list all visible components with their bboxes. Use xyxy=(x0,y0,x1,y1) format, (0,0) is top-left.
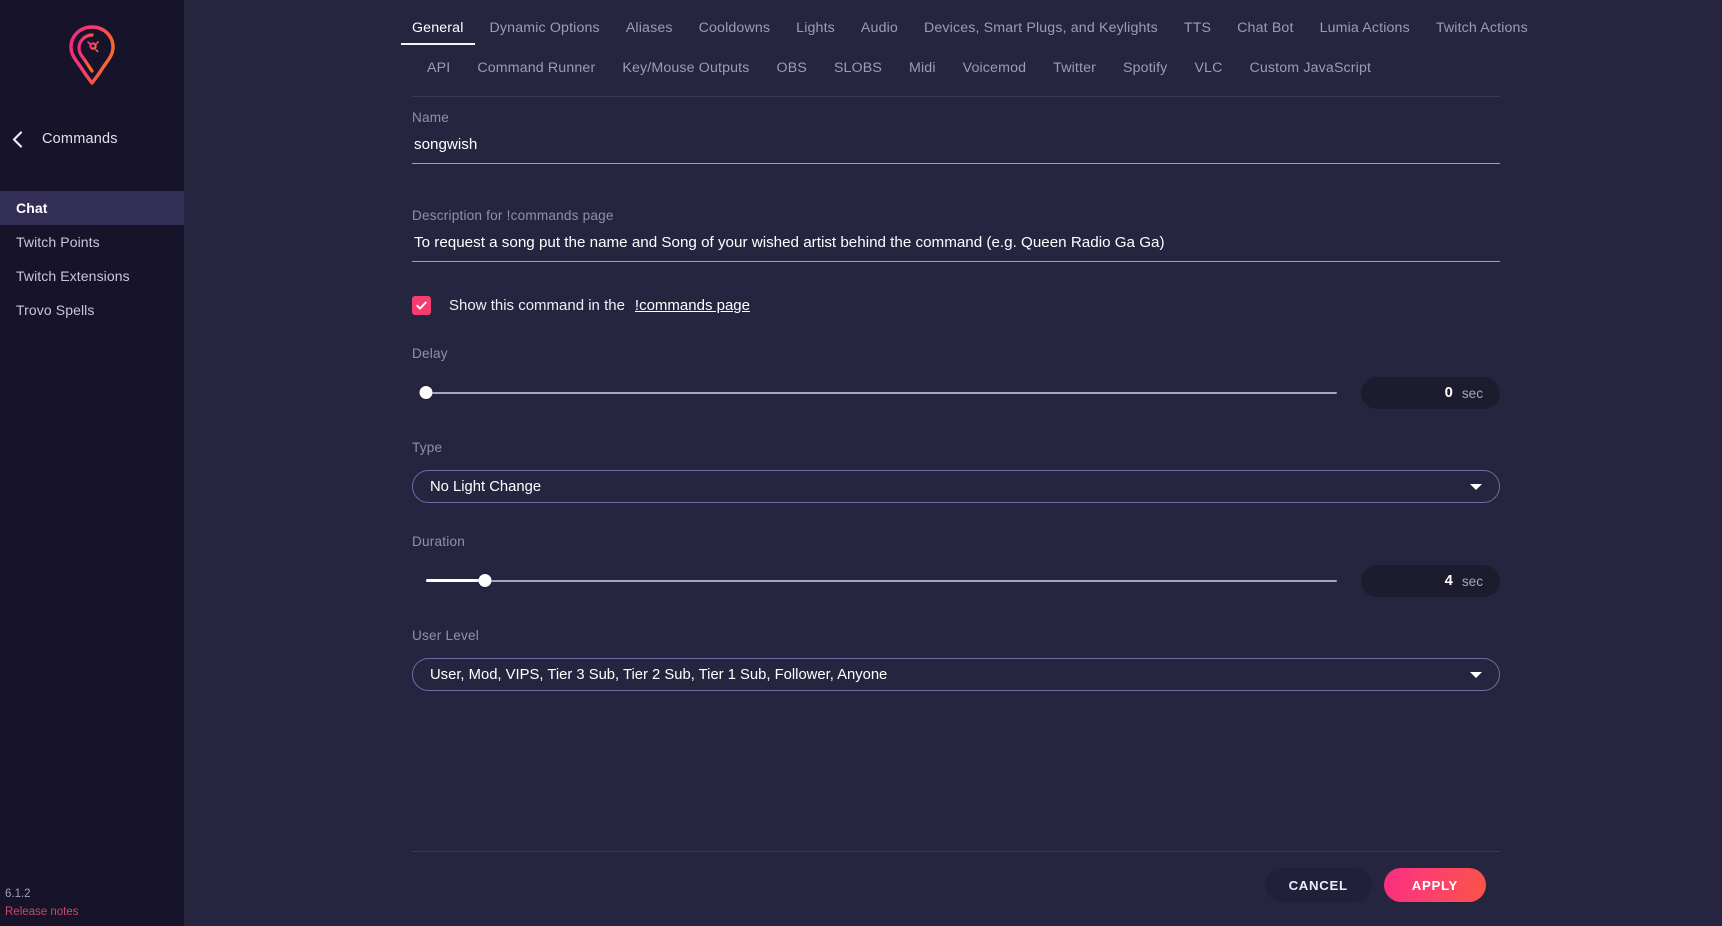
commands-page-link[interactable]: !commands page xyxy=(635,297,750,314)
chevron-down-icon[interactable] xyxy=(1470,483,1482,490)
tab-twitch-actions[interactable]: Twitch Actions xyxy=(1436,20,1528,45)
show-in-commands-row: Show this command in the !commands page xyxy=(412,296,1500,315)
tab-devices-smart-plugs-keylights[interactable]: Devices, Smart Plugs, and Keylights xyxy=(924,20,1158,45)
type-select[interactable]: No Light Change xyxy=(412,470,1500,503)
description-field-group: Description for !commands page xyxy=(412,208,1500,262)
duration-slider-row: 4 sec xyxy=(412,565,1500,597)
name-field-group: Name xyxy=(412,110,1500,164)
type-selected-value: No Light Change xyxy=(430,478,542,495)
main-panel: General Dynamic Options Aliases Cooldown… xyxy=(184,0,1722,926)
chevron-down-icon[interactable] xyxy=(1470,671,1482,678)
duration-value: 4 xyxy=(1444,573,1453,589)
delay-value-box[interactable]: 0 sec xyxy=(1361,377,1500,409)
description-input[interactable] xyxy=(412,234,1500,262)
duration-slider-thumb[interactable] xyxy=(478,574,492,587)
sidebar-item-label: Chat xyxy=(16,200,48,216)
tab-lights[interactable]: Lights xyxy=(796,20,835,45)
duration-slider-fill xyxy=(426,579,486,582)
sidebar-item-trovo-spells[interactable]: Trovo Spells xyxy=(0,293,184,327)
tab-key-mouse-outputs[interactable]: Key/Mouse Outputs xyxy=(622,60,749,85)
name-input[interactable] xyxy=(412,136,1500,164)
release-notes-link[interactable]: Release notes xyxy=(5,904,79,922)
sidebar-item-label: Twitch Points xyxy=(16,234,100,250)
tab-aliases[interactable]: Aliases xyxy=(626,20,673,45)
tab-chat-bot[interactable]: Chat Bot xyxy=(1237,20,1293,45)
duration-value-box[interactable]: 4 sec xyxy=(1361,565,1500,597)
duration-field-group: Duration 4 sec xyxy=(412,534,1500,597)
delay-slider-track xyxy=(426,392,1337,394)
sidebar-item-label: Trovo Spells xyxy=(16,302,95,318)
cancel-button[interactable]: CANCEL xyxy=(1264,868,1372,902)
app-version: 6.1.2 xyxy=(5,888,31,901)
footer-actions: CANCEL APPLY xyxy=(1264,868,1486,902)
user-level-field-group: User Level User, Mod, VIPS, Tier 3 Sub, … xyxy=(412,628,1500,691)
user-level-label: User Level xyxy=(412,628,479,643)
sidebar-item-twitch-points[interactable]: Twitch Points xyxy=(0,225,184,259)
tab-custom-javascript[interactable]: Custom JavaScript xyxy=(1250,60,1372,85)
tab-twitter[interactable]: Twitter xyxy=(1053,60,1096,85)
delay-unit: sec xyxy=(1461,385,1483,401)
tab-midi[interactable]: Midi xyxy=(909,60,936,85)
app-logo xyxy=(0,0,184,112)
check-icon xyxy=(416,301,427,310)
sidebar: Commands Chat Twitch Points Twitch Exten… xyxy=(0,0,184,926)
delay-slider-thumb[interactable] xyxy=(419,386,433,399)
tab-audio[interactable]: Audio xyxy=(861,20,898,45)
delay-label: Delay xyxy=(412,346,448,361)
delay-slider-row: 0 sec xyxy=(412,377,1500,409)
sidebar-back-row[interactable]: Commands xyxy=(0,112,184,166)
type-field-group: Type No Light Change xyxy=(412,440,1500,503)
tab-dynamic-options[interactable]: Dynamic Options xyxy=(490,20,600,45)
footer-divider xyxy=(412,851,1500,852)
tab-voicemod[interactable]: Voicemod xyxy=(963,60,1027,85)
duration-slider[interactable] xyxy=(426,571,1337,591)
description-label: Description for !commands page xyxy=(412,208,614,223)
tab-general[interactable]: General xyxy=(401,20,474,45)
tab-slobs[interactable]: SLOBS xyxy=(834,60,882,85)
version-block: 6.1.2 Release notes xyxy=(5,886,79,922)
sidebar-item-label: Twitch Extensions xyxy=(16,268,130,284)
sidebar-section-title: Commands xyxy=(42,131,118,147)
duration-label: Duration xyxy=(412,534,465,549)
tab-row-primary: General Dynamic Options Aliases Cooldown… xyxy=(401,20,1702,45)
delay-field-group: Delay 0 sec xyxy=(412,346,1500,409)
delay-value: 0 xyxy=(1444,385,1453,401)
tab-cooldowns[interactable]: Cooldowns xyxy=(699,20,771,45)
sidebar-nav: Chat Twitch Points Twitch Extensions Tro… xyxy=(0,191,184,327)
tab-command-runner[interactable]: Command Runner xyxy=(477,60,595,85)
sidebar-item-twitch-extensions[interactable]: Twitch Extensions xyxy=(0,259,184,293)
apply-button[interactable]: APPLY xyxy=(1383,868,1486,902)
user-level-selected-value: User, Mod, VIPS, Tier 3 Sub, Tier 2 Sub,… xyxy=(430,666,888,683)
user-level-select[interactable]: User, Mod, VIPS, Tier 3 Sub, Tier 2 Sub,… xyxy=(412,658,1500,691)
tab-bar: General Dynamic Options Aliases Cooldown… xyxy=(184,0,1722,85)
duration-unit: sec xyxy=(1461,573,1483,589)
command-form: Name Description for !commands page Show… xyxy=(184,97,1722,691)
tab-lumia-actions[interactable]: Lumia Actions xyxy=(1320,20,1410,45)
show-in-commands-checkbox[interactable] xyxy=(412,296,431,315)
duration-slider-track xyxy=(426,580,1337,582)
lumia-lightbulb-logo-icon xyxy=(69,25,115,85)
delay-slider[interactable] xyxy=(419,383,1337,403)
name-label: Name xyxy=(412,110,450,125)
type-label: Type xyxy=(412,440,443,455)
tab-row-secondary: API Command Runner Key/Mouse Outputs OBS… xyxy=(412,60,1702,85)
tab-spotify[interactable]: Spotify xyxy=(1123,60,1167,85)
chevron-left-icon[interactable] xyxy=(4,130,30,148)
sidebar-item-chat[interactable]: Chat xyxy=(0,191,184,225)
app-window: Commands Chat Twitch Points Twitch Exten… xyxy=(0,0,1722,926)
tab-tts[interactable]: TTS xyxy=(1184,20,1211,45)
tab-api[interactable]: API xyxy=(427,60,450,85)
show-in-commands-label: Show this command in the xyxy=(449,297,625,314)
tab-vlc[interactable]: VLC xyxy=(1194,60,1222,85)
tab-obs[interactable]: OBS xyxy=(777,60,807,85)
